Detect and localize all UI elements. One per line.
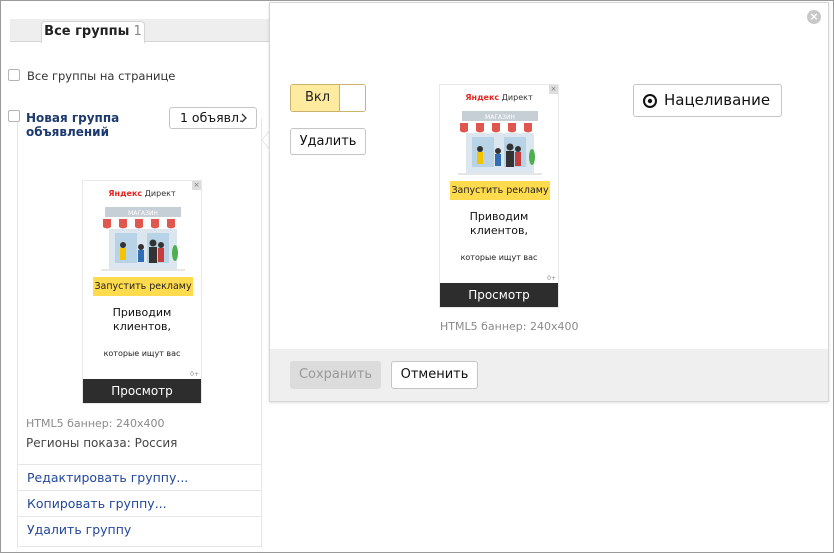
close-icon[interactable]: × (807, 10, 821, 24)
ads-count-label: 1 объявл. (180, 110, 243, 125)
group-regions: Регионы показа: Россия (26, 436, 178, 450)
banner-subtext: которые ищут вас (103, 349, 181, 358)
banner-headline: Приводим клиентов, (112, 306, 172, 333)
select-all-label: Все группы на странице (27, 69, 176, 83)
group-banner-meta: HTML5 баннер: 240x400 (26, 417, 165, 430)
banner-headline: Приводим клиентов, (469, 210, 529, 237)
group-checkbox[interactable] (8, 110, 20, 122)
delete-ad-button[interactable]: Удалить (290, 128, 366, 155)
yandex-direct-logo: Яндекс Директ (108, 189, 176, 198)
shop-illustration-icon: МАГАЗИН (101, 207, 185, 271)
chevron-right-icon (240, 108, 248, 134)
tab-all-groups[interactable]: Все группы 1 (41, 21, 145, 43)
banner-view-button[interactable]: Просмотр (440, 283, 558, 307)
ad-banner-preview[interactable]: Яндекс Директ × МАГАЗИН Запустить реклам… (439, 84, 559, 308)
group-banner-preview[interactable]: Яндекс Директ × МАГАЗИН Запустить реклам… (82, 180, 202, 404)
toggle-label: Вкл (291, 85, 339, 111)
svg-text:МАГАЗИН: МАГАЗИН (128, 210, 158, 217)
svg-text:МАГАЗИН: МАГАЗИН (485, 114, 515, 121)
toggle-knob (339, 85, 365, 111)
banner-view-button[interactable]: Просмотр (83, 379, 201, 403)
banner-close-icon: × (192, 181, 201, 190)
tab-count: 1 (133, 24, 142, 39)
ad-banner-meta: HTML5 баннер: 240x400 (440, 320, 579, 333)
group-title[interactable]: Новая группа объявлений (26, 111, 146, 139)
banner-subtext: которые ищут вас (460, 253, 538, 262)
shop-illustration-icon: МАГАЗИН (458, 111, 542, 175)
select-all-checkbox[interactable] (8, 69, 20, 81)
tab-label: Все группы (44, 24, 130, 39)
banner-cta: Запустить рекламу (450, 181, 550, 200)
delete-group-link[interactable]: Удалить группу (17, 516, 262, 542)
ads-count-button[interactable]: 1 объявл. (169, 107, 257, 129)
yandex-direct-logo: Яндекс Директ (465, 93, 533, 102)
cancel-button[interactable]: Отменить (391, 361, 478, 389)
save-button[interactable]: Сохранить (290, 361, 381, 389)
target-icon (643, 94, 657, 108)
banner-age-label: 0+ (547, 275, 556, 282)
banner-cta: Запустить рекламу (93, 277, 193, 296)
banner-close-icon: × (549, 85, 558, 94)
targeting-label: Нацеливание (664, 91, 771, 109)
banner-age-label: 0+ (190, 371, 199, 378)
copy-group-link[interactable]: Копировать группу... (17, 490, 262, 516)
ad-enable-toggle[interactable]: Вкл (290, 84, 366, 112)
edit-group-link[interactable]: Редактировать группу... (17, 464, 262, 490)
targeting-button[interactable]: Нацеливание (633, 84, 782, 117)
